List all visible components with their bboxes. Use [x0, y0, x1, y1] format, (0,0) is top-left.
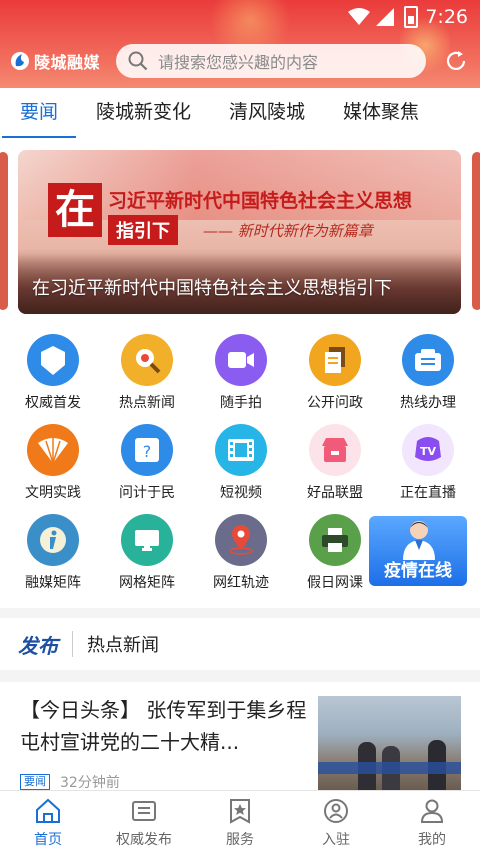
- news-time: 32分钟前: [60, 775, 120, 791]
- news-thumbnail: [318, 696, 461, 790]
- svg-text:TV: TV: [420, 445, 437, 458]
- home-icon: [36, 798, 60, 823]
- news-tag: 要闻: [20, 774, 50, 790]
- status-time: 7:26: [425, 6, 468, 28]
- carousel-prev-peek[interactable]: [0, 152, 8, 310]
- shortcut-grid: 权威首发 热点新闻 随手拍 公开问政 热线办理 文明实践 ? 问计于民 短视频 …: [0, 318, 480, 608]
- tab-headlines[interactable]: 要闻: [1, 88, 77, 138]
- shortcut-media-matrix[interactable]: 融媒矩阵: [5, 514, 101, 592]
- hot-news-icon: [121, 334, 173, 386]
- banner-slogan: —— 新时代新作为新篇章: [203, 222, 373, 240]
- shortcut-hotline[interactable]: 热线办理: [380, 334, 476, 412]
- video-camera-icon: [215, 334, 267, 386]
- fan-icon: [27, 424, 79, 476]
- tab-lingcheng-changes[interactable]: 陵城新变化: [96, 88, 191, 138]
- logo-text: 陵城融媒: [34, 53, 101, 72]
- live-tv-icon: TV: [402, 424, 454, 476]
- shortcut-live[interactable]: TV 正在直播: [380, 424, 476, 502]
- bottom-navigation: 首页 权威发布 服务 入驻 我的: [0, 790, 480, 853]
- ask-icon: ?: [121, 424, 173, 476]
- nav-home[interactable]: 首页: [0, 791, 96, 853]
- banner-slide[interactable]: 在 习近平新时代中国特色社会主义思想 指引下 —— 新时代新作为新篇章 在习近平…: [18, 150, 461, 314]
- nav-mine[interactable]: 我的: [384, 791, 480, 853]
- news-title: 【今日头条】 张传军到于集乡程屯村宣讲党的二十大精...: [20, 698, 307, 754]
- film-icon: [215, 424, 267, 476]
- tab-clean-lingcheng[interactable]: 清风陵城: [229, 88, 305, 138]
- search-bar[interactable]: 请搜索您感兴趣的内容: [116, 44, 426, 78]
- banner-headline-line1: 习近平新时代中国特色社会主义思想: [108, 190, 413, 212]
- app-screen: 7:26 陵城融媒 请搜索您感兴趣的内容 要闻 陵城新变化 清风陵城 媒体聚焦: [0, 0, 480, 853]
- nav-authoritative-release[interactable]: 权威发布: [96, 791, 192, 853]
- svg-text:?: ?: [143, 442, 152, 461]
- join-icon: [324, 799, 348, 823]
- hot-news-section-header: 发布 热点新闻: [0, 618, 480, 670]
- doctor-icon: [403, 521, 435, 560]
- banner-carousel: 在 习近平新时代中国特色社会主义思想 指引下 —— 新时代新作为新篇章 在习近平…: [0, 138, 480, 318]
- shortcut-authoritative-release[interactable]: 权威首发: [5, 334, 101, 412]
- search-placeholder: 请搜索您感兴趣的内容: [158, 53, 319, 72]
- shortcut-influencer-track[interactable]: 网红轨迹: [193, 514, 289, 592]
- flame-logo-icon: [11, 52, 29, 70]
- banner-caption: 在习近平新时代中国特色社会主义思想指引下: [32, 278, 392, 299]
- shortcut-snapshot[interactable]: 随手拍: [193, 334, 289, 412]
- signal-icon: [376, 8, 394, 26]
- hotline-icon: [402, 334, 454, 386]
- section-title: 热点新闻: [87, 635, 159, 656]
- search-icon: [128, 51, 148, 71]
- profile-icon: [420, 799, 444, 823]
- publish-icon: [27, 334, 79, 386]
- battery-icon: [404, 6, 418, 28]
- app-logo: 陵城融媒: [10, 49, 100, 73]
- shortcut-hot-news[interactable]: 热点新闻: [99, 334, 195, 412]
- info-icon: [27, 514, 79, 566]
- shortcut-civilization-practice[interactable]: 文明实践: [5, 424, 101, 502]
- header: 7:26 陵城融媒 请搜索您感兴趣的内容: [0, 0, 480, 88]
- nav-join[interactable]: 入驻: [288, 791, 384, 853]
- status-bar: 7:26: [0, 0, 480, 34]
- divider: [72, 631, 73, 657]
- documents-icon: [309, 334, 361, 386]
- shop-icon: [309, 424, 361, 476]
- nav-service[interactable]: 服务: [192, 791, 288, 853]
- news-meta: 要闻 32分钟前: [20, 772, 120, 792]
- refresh-icon[interactable]: [444, 49, 468, 73]
- announcement-icon: [132, 801, 156, 821]
- shortcut-good-products[interactable]: 好品联盟: [287, 424, 383, 502]
- location-icon: [215, 514, 267, 566]
- banner-badge: 在: [48, 183, 102, 237]
- shortcut-public-inquiry[interactable]: 公开问政: [287, 334, 383, 412]
- shortcut-ask-the-people[interactable]: ? 问计于民: [99, 424, 195, 502]
- printer-icon: [309, 514, 361, 566]
- banner-headline-line2: 指引下: [108, 215, 178, 245]
- news-list-item[interactable]: 【今日头条】 张传军到于集乡程屯村宣讲党的二十大精... 要闻 32分钟前: [0, 682, 480, 792]
- promo-label: 疫情在线: [384, 561, 452, 581]
- epidemic-online-promo[interactable]: 疫情在线: [369, 516, 467, 586]
- grid-matrix-icon: [121, 514, 173, 566]
- service-icon: [230, 799, 250, 824]
- section-brand-logo: 发布: [18, 633, 58, 658]
- wifi-icon: [348, 8, 370, 25]
- category-tabs: 要闻 陵城新变化 清风陵城 媒体聚焦: [0, 88, 480, 138]
- shortcut-grid-matrix[interactable]: 网格矩阵: [99, 514, 195, 592]
- carousel-next-peek[interactable]: [472, 152, 480, 310]
- tab-media-focus[interactable]: 媒体聚焦: [343, 88, 419, 138]
- shortcut-short-video[interactable]: 短视频: [193, 424, 289, 502]
